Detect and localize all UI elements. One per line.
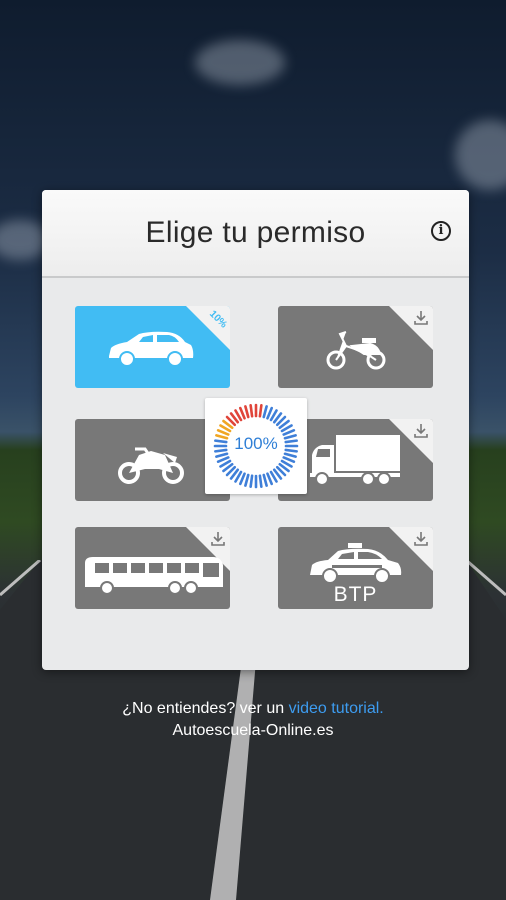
motorcycle-icon	[118, 447, 184, 484]
panel-title: Elige tu permiso	[145, 216, 366, 249]
progress-segment	[283, 452, 297, 458]
moped-icon	[326, 331, 386, 370]
footer: ¿No entiendes? ver un video tutorial. Au…	[0, 698, 506, 742]
tile-bus[interactable]	[75, 527, 230, 609]
truck-icon	[310, 435, 400, 486]
tile-car[interactable]: 10%	[75, 306, 230, 388]
progress-segment	[282, 456, 296, 463]
car-icon	[109, 331, 194, 367]
download-icon	[211, 532, 225, 546]
info-icon[interactable]: i	[431, 221, 451, 241]
progress-segment	[244, 405, 250, 419]
download-icon	[414, 424, 428, 438]
progress-segment	[266, 472, 273, 486]
download-icon	[414, 311, 428, 325]
site-name: Autoescuela-Online.es	[172, 722, 334, 739]
tile-taxi-btp[interactable]: BTP	[278, 527, 433, 609]
cloud	[455, 120, 506, 190]
progress-segment	[215, 452, 229, 458]
progress-segment	[262, 473, 268, 487]
cloud	[195, 40, 285, 85]
tile-label: BTP	[333, 583, 378, 606]
progress-segment	[249, 474, 254, 488]
tile-moped[interactable]	[278, 306, 433, 388]
progress-segment	[239, 472, 246, 486]
progress-segment	[262, 405, 268, 419]
progress-segment	[249, 404, 254, 418]
progress-segment	[266, 406, 273, 420]
bus-icon	[85, 557, 223, 595]
video-tutorial-link[interactable]: video tutorial.	[289, 700, 384, 717]
progress-segment	[244, 473, 250, 487]
progress-segment	[216, 456, 230, 463]
help-question: ¿No entiendes? ver un	[122, 700, 289, 717]
taxi-icon	[310, 543, 402, 584]
progress-percentage: 100%	[234, 434, 278, 453]
panel-header: Elige tu permiso i	[42, 190, 469, 278]
progress-segment	[239, 406, 246, 420]
progress-segment	[258, 474, 263, 488]
progress-segment	[258, 404, 263, 418]
download-progress-dialog: 100%	[205, 398, 307, 494]
help-line: ¿No entiendes? ver un video tutorial.	[0, 698, 506, 720]
download-icon	[414, 532, 428, 546]
